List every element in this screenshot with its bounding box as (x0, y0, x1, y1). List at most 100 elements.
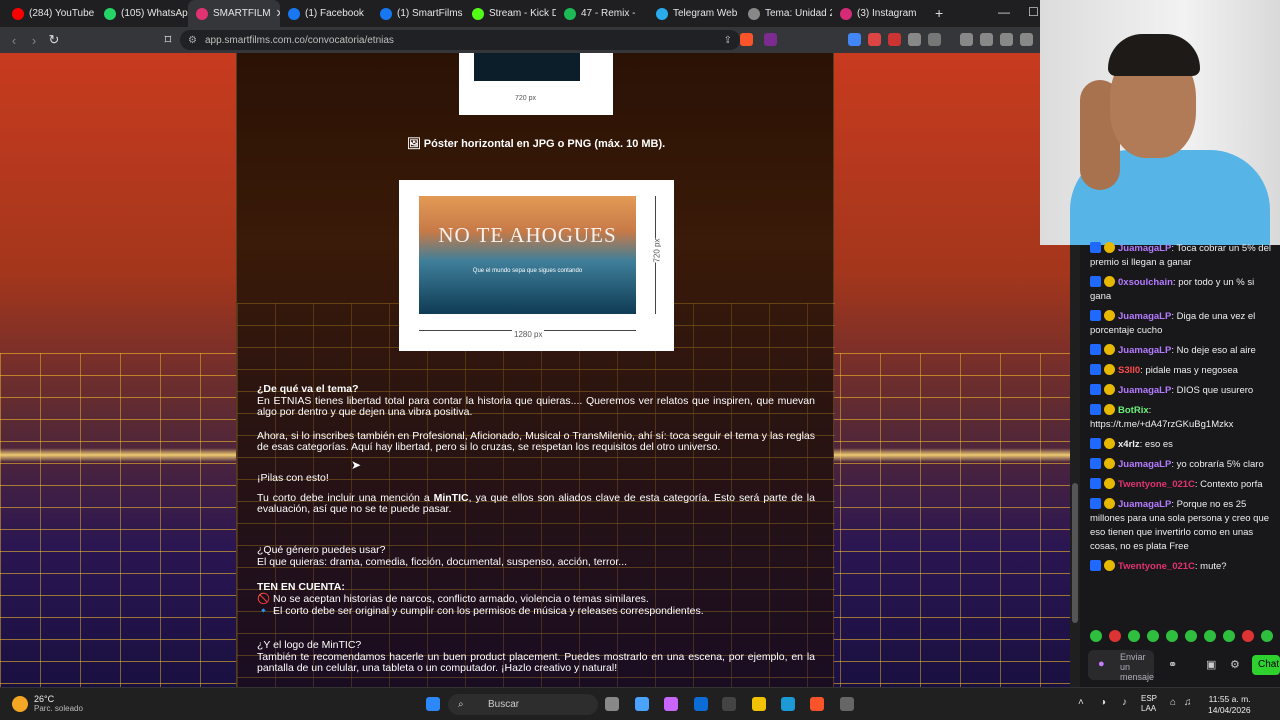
webcam-overlay (1040, 0, 1280, 245)
sub-badge-icon (1104, 344, 1115, 355)
files-icon[interactable] (635, 697, 649, 711)
address-bar[interactable]: ⚙ app.smartfilms.com.co/convocatoria/etn… (180, 30, 740, 50)
settings-icon[interactable]: ⚙ (1230, 658, 1240, 671)
wallet-icon[interactable] (1000, 33, 1013, 46)
chat-message: BotRix: https://t.me/+dA47rzGKuBg1Mzkx (1090, 404, 1276, 432)
emote-icon[interactable] (1261, 630, 1273, 642)
extension-icon[interactable] (888, 33, 901, 46)
tab-label: (1) Facebook (305, 8, 364, 19)
tab[interactable]: Telegram Web (648, 0, 740, 27)
extensions-icon[interactable] (908, 33, 921, 46)
chat-username[interactable]: Twentyone_021C (1118, 479, 1195, 490)
translate-icon[interactable] (848, 33, 861, 46)
poster-subtitle: Que el mundo sepa que sigues contando (472, 268, 583, 274)
mic-icon[interactable]: ● (1098, 658, 1105, 670)
chevron-up-icon[interactable]: ˄ (1078, 697, 1084, 708)
horizontal-poster-example: NO TE AHOGUES Que el mundo sepa que sigu… (399, 180, 674, 351)
language-indicator[interactable]: ESP LAA (1141, 694, 1157, 714)
chat-message: JuamagaLP: Toca cobrar un 5% del premio … (1090, 242, 1276, 270)
emote-icon[interactable] (1185, 630, 1197, 642)
new-tab-button[interactable]: + (935, 5, 943, 21)
app-icon[interactable] (840, 697, 854, 711)
start-icon[interactable] (426, 697, 440, 711)
tab-label: 47 - Remix - (581, 8, 636, 19)
emote-bar[interactable] (1090, 630, 1276, 642)
link-icon[interactable]: ⚭ (1168, 658, 1177, 671)
emote-icon[interactable] (1223, 630, 1235, 642)
chat-username[interactable]: JuamagaLP (1118, 459, 1171, 470)
chat-username[interactable]: JuamagaLP (1118, 345, 1171, 356)
chat-username[interactable]: 0xsoulchain (1118, 277, 1173, 288)
extension-icon[interactable] (868, 33, 881, 46)
paragraph: En ETNIAS tienes libertad total para con… (257, 395, 815, 418)
task-view-icon[interactable] (605, 697, 619, 711)
date: 14/04/2026 (1208, 705, 1251, 715)
tab[interactable]: (1) SmartFilms C (372, 0, 464, 27)
brave-shield-icon[interactable] (740, 33, 753, 46)
app-icon[interactable] (664, 697, 678, 711)
network-icon[interactable]: ⌂ (1170, 697, 1176, 708)
chat-username[interactable]: JuamagaLP (1118, 499, 1171, 510)
emote-icon[interactable] (1242, 630, 1254, 642)
bookmark-icon[interactable]: ⌑ (158, 32, 178, 48)
emote-icon[interactable] (1128, 630, 1140, 642)
weather-widget[interactable]: 26°C Parc. soleado (12, 694, 83, 713)
emote-icon[interactable] (1166, 630, 1178, 642)
paragraph: Tu corto debe incluir una mención a MinT… (257, 493, 815, 515)
taskbar-search[interactable]: Buscar (448, 694, 598, 715)
tab[interactable]: (105) WhatsApp (96, 0, 188, 27)
back-icon[interactable]: ‹ (4, 33, 24, 48)
chat-username[interactable]: x4rlz (1118, 439, 1140, 450)
reload-icon[interactable]: ↻ (44, 32, 64, 48)
tray-icon[interactable]: ◑ (1100, 697, 1106, 708)
edge-icon[interactable] (781, 697, 795, 711)
chat-username[interactable]: S3ll0 (1118, 365, 1140, 376)
emote-icon[interactable] (1090, 630, 1102, 642)
paragraph: ¡Pilas con esto! (257, 472, 329, 484)
chat-message: S3ll0: pidale mas y negosea (1090, 364, 1276, 378)
sidebar-icon[interactable] (980, 33, 993, 46)
chat-text: : DIOS que usurero (1171, 385, 1254, 396)
brave-icon[interactable] (810, 697, 824, 711)
chat-username[interactable]: BotRix (1118, 405, 1149, 416)
sub-badge-icon (1104, 438, 1115, 449)
tab[interactable]: Stream - Kick Da (464, 0, 556, 27)
emote-icon[interactable] (1147, 630, 1159, 642)
tab[interactable]: 47 - Remix - (556, 0, 648, 27)
chat-username[interactable]: Twentyone_021C (1118, 561, 1195, 572)
tab[interactable]: (284) YouTube (4, 0, 96, 27)
clock[interactable]: 11:55 a. m. 14/04/2026 (1208, 694, 1251, 716)
folder-icon[interactable] (752, 697, 766, 711)
chat-messages: JuamagaLP: Toca cobrar un 5% del premio … (1090, 242, 1276, 580)
site-info-icon[interactable]: ⚙ (188, 35, 197, 46)
section-heading: ¿Qué género puedes usar? (257, 544, 386, 556)
emote-icon[interactable] (1204, 630, 1216, 642)
tab[interactable]: (1) Facebook (280, 0, 372, 27)
terminal-icon[interactable] (722, 697, 736, 711)
mic-icon[interactable]: ♪ (1122, 697, 1127, 708)
height-label: 720 px (652, 238, 662, 263)
chat-send-button[interactable]: Chat (1252, 655, 1280, 675)
favicon-icon (380, 7, 392, 20)
tab[interactable]: Tema: Unidad 2 (740, 0, 832, 27)
brave-rewards-icon[interactable] (764, 33, 777, 46)
emote-icon[interactable] (1109, 630, 1121, 642)
scrollbar-thumb[interactable] (1072, 483, 1078, 623)
chat-message: JuamagaLP: No deje eso al aire (1090, 344, 1276, 358)
tab[interactable]: SMARTFILM✕ (188, 0, 280, 27)
store-icon[interactable] (694, 697, 708, 711)
forward-icon[interactable]: › (24, 33, 44, 48)
url-text[interactable]: app.smartfilms.com.co/convocatoria/etnia… (205, 35, 394, 46)
leo-icon[interactable] (1020, 33, 1033, 46)
media-icon[interactable] (960, 33, 973, 46)
screenshot-icon[interactable] (928, 33, 941, 46)
store-icon[interactable]: ▣ (1206, 658, 1216, 671)
share-icon[interactable]: ⇪ (724, 35, 732, 46)
chat-username[interactable]: JuamagaLP (1118, 311, 1171, 322)
chat-username[interactable]: JuamagaLP (1118, 385, 1171, 396)
maximize-button[interactable]: ☐ (1028, 5, 1039, 19)
tab[interactable]: (3) Instagram (832, 0, 924, 27)
minimize-button[interactable]: — (998, 5, 1010, 19)
chat-username[interactable]: JuamagaLP (1118, 243, 1171, 254)
volume-icon[interactable]: ♫ (1184, 697, 1192, 708)
